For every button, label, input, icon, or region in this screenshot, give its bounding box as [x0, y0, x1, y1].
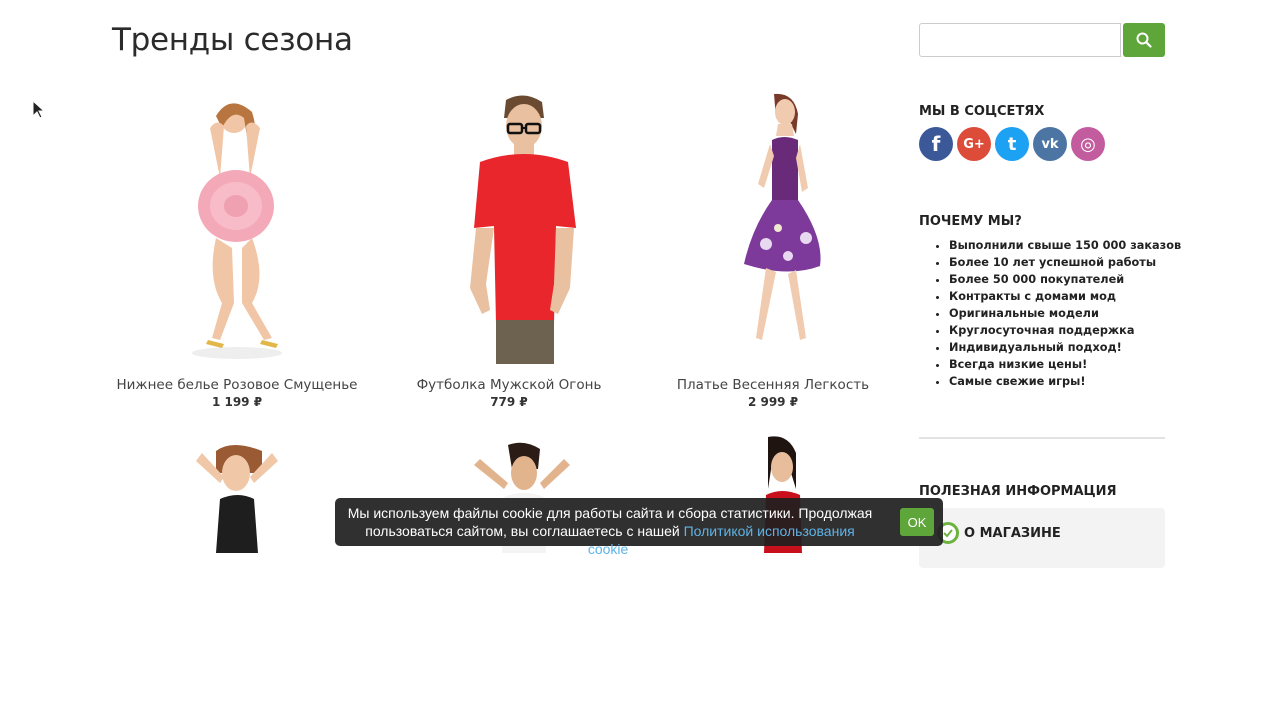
- product-image[interactable]: [648, 433, 898, 713]
- mouse-cursor-icon: [32, 100, 46, 119]
- twitter-icon[interactable]: t: [995, 127, 1029, 161]
- about-store-label[interactable]: О МАГАЗИНЕ: [964, 526, 1061, 541]
- vk-icon[interactable]: vk: [1033, 127, 1067, 161]
- product-image-tshirt[interactable]: [384, 88, 634, 368]
- list-item: Самые свежие игры!: [949, 373, 1181, 390]
- google-plus-icon[interactable]: G+: [957, 127, 991, 161]
- social-links: f G+ t vk ◎: [919, 127, 1105, 161]
- search-input[interactable]: [919, 23, 1121, 57]
- instagram-icon[interactable]: ◎: [1071, 127, 1105, 161]
- product-card[interactable]: Нижнее белье Розовое Смущенье 1 199 ₽: [112, 88, 362, 409]
- product-card[interactable]: Платье Весенняя Легкость 2 999 ₽: [648, 88, 898, 409]
- product-name[interactable]: Нижнее белье Розовое Смущенье: [92, 377, 382, 393]
- product-card[interactable]: [648, 433, 898, 713]
- product-image[interactable]: [112, 433, 362, 713]
- product-card[interactable]: [384, 433, 634, 713]
- list-item: Контракты с домами мод: [949, 288, 1181, 305]
- divider: [919, 437, 1165, 439]
- list-item: Оригинальные модели: [949, 305, 1181, 322]
- search-button[interactable]: [1123, 23, 1165, 57]
- list-item: Индивидуальный подход!: [949, 339, 1181, 356]
- product-name[interactable]: Платье Весенняя Легкость: [628, 377, 918, 393]
- product-price: 1 199 ₽: [211, 395, 263, 409]
- product-card[interactable]: Футболка Мужской Огонь 779 ₽: [384, 88, 634, 409]
- product-price: 2 999 ₽: [747, 395, 799, 409]
- list-item: Всегда низкие цены!: [949, 356, 1181, 373]
- useful-info-title: ПОЛЕЗНАЯ ИНФОРМАЦИЯ: [919, 484, 1117, 499]
- product-image-dress[interactable]: [648, 88, 898, 368]
- list-item: Более 50 000 покупателей: [949, 271, 1181, 288]
- product-image-lingerie[interactable]: [112, 88, 362, 368]
- cookie-message-end: .: [628, 541, 633, 557]
- cookie-ok-button[interactable]: OK: [900, 508, 934, 536]
- page-title: Тренды сезона: [112, 22, 353, 58]
- why-us-list: Выполнили свыше 150 000 заказов Более 10…: [919, 237, 1181, 390]
- search-icon: [1136, 32, 1152, 48]
- product-card[interactable]: [112, 433, 362, 713]
- sidebar: МЫ В СОЦСЕТЯХ f G+ t vk ◎ ПОЧЕМУ МЫ? Вып…: [919, 0, 1181, 568]
- product-price: 779 ₽: [490, 395, 528, 409]
- cookie-text: Мы используем файлы cookie для работы са…: [345, 504, 875, 558]
- social-title: МЫ В СОЦСЕТЯХ: [919, 104, 1045, 119]
- why-us-title: ПОЧЕМУ МЫ?: [919, 214, 1022, 229]
- list-item: Более 10 лет успешной работы: [949, 254, 1181, 271]
- product-image[interactable]: [384, 433, 634, 713]
- list-item: Круглосуточная поддержка: [949, 322, 1181, 339]
- cookie-banner: Мы используем файлы cookie для работы са…: [335, 498, 943, 557]
- main-content: Тренды сезона Нижнее белье Розовое Смуще…: [112, 0, 892, 553]
- product-name[interactable]: Футболка Мужской Огонь: [364, 377, 654, 393]
- list-item: Выполнили свыше 150 000 заказов: [949, 237, 1181, 254]
- facebook-icon[interactable]: f: [919, 127, 953, 161]
